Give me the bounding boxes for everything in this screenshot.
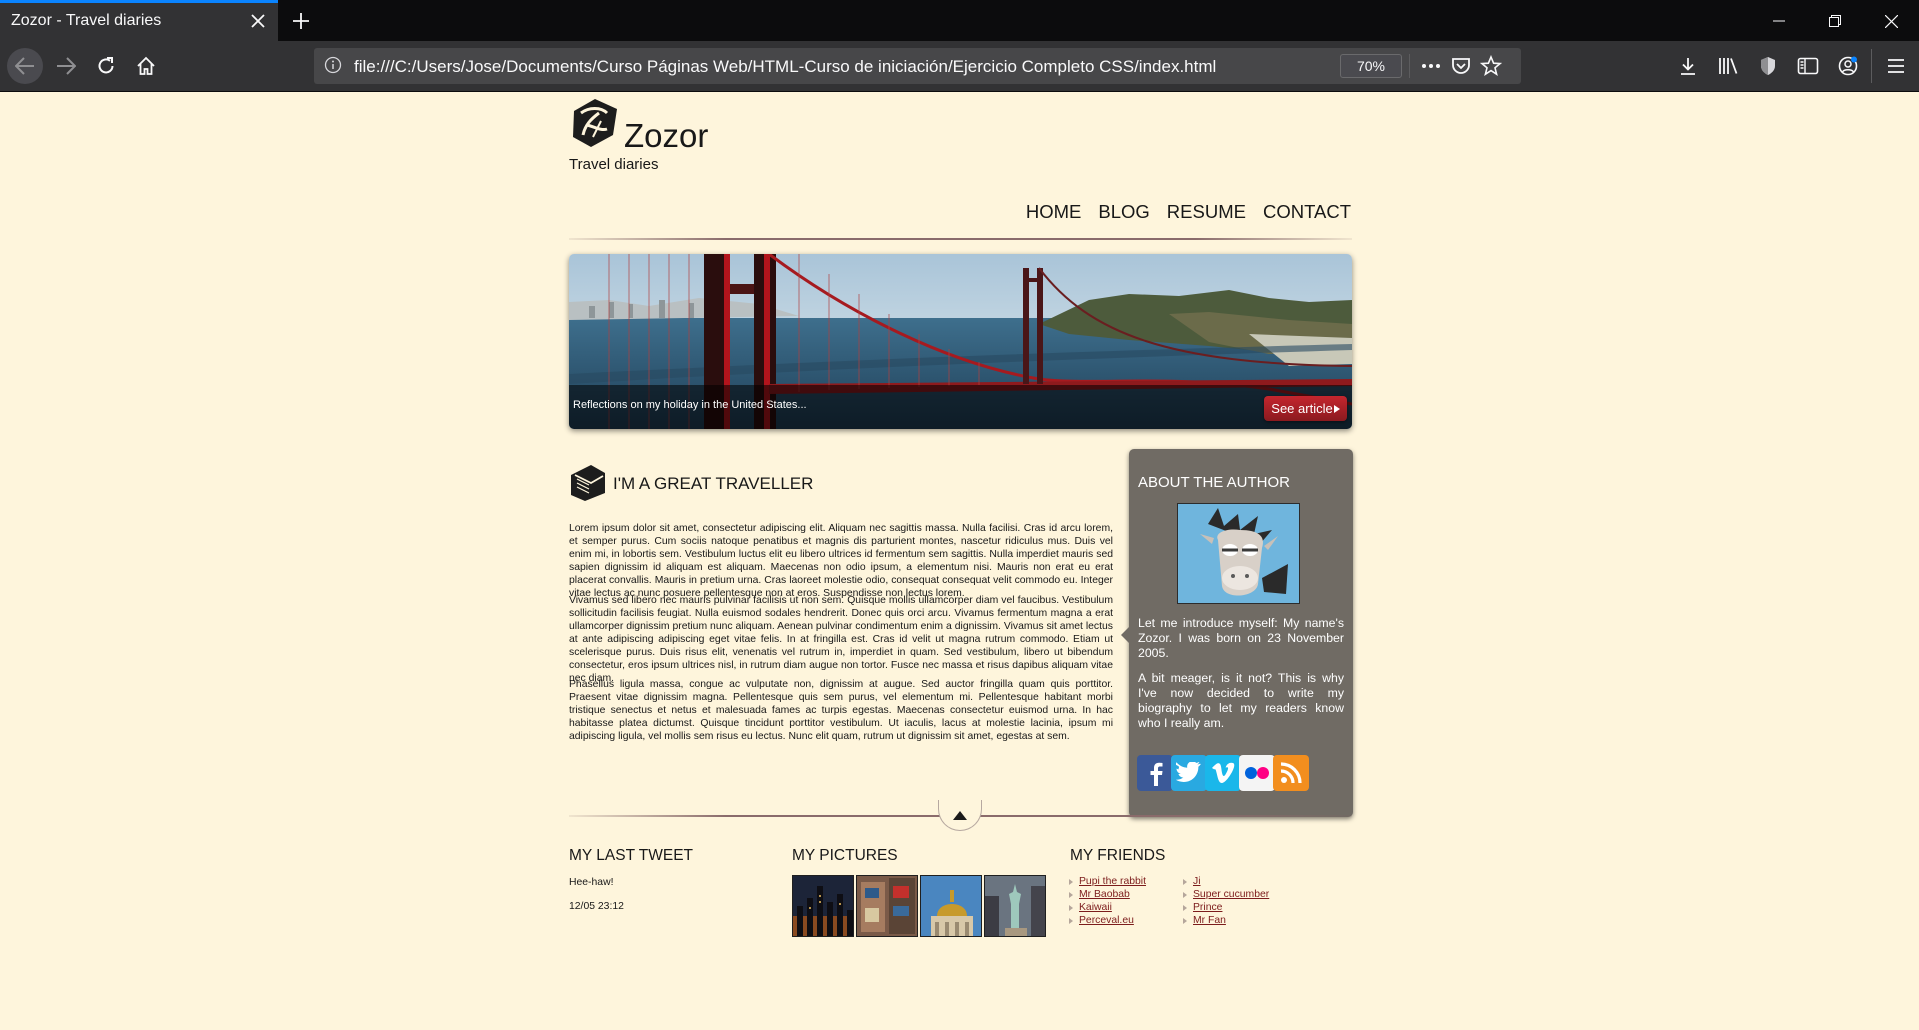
pictures-title: MY PICTURES (792, 847, 898, 864)
rss-icon[interactable] (1273, 755, 1309, 791)
picture-thumbnail-street[interactable] (856, 875, 918, 937)
tab-title: Zozor - Travel diaries (11, 12, 162, 29)
friend-link[interactable]: Prince (1182, 902, 1222, 913)
shield-icon[interactable] (1750, 48, 1786, 84)
nav-resume[interactable]: RESUME (1167, 201, 1246, 223)
pocket-icon[interactable] (1450, 55, 1472, 82)
tweet-text: Hee-haw! (569, 877, 614, 888)
page-container: Zozor Travel diaries HOME BLOG RESUME CO… (569, 93, 1353, 993)
menu-icon[interactable] (1878, 48, 1914, 84)
back-to-top-button[interactable] (938, 800, 982, 831)
url-separator (1409, 54, 1410, 78)
picture-thumbnail-statue-of-liberty[interactable] (984, 875, 1046, 937)
toolbar-separator (1871, 49, 1872, 83)
banner: Reflections on my holiday in the United … (569, 254, 1352, 429)
nav-blog[interactable]: BLOG (1098, 201, 1149, 223)
new-tab-icon[interactable] (286, 7, 316, 35)
header-divider (569, 238, 1352, 240)
back-icon[interactable] (7, 48, 43, 84)
site-tagline: Travel diaries (569, 156, 659, 173)
site-name: Zozor (624, 117, 709, 154)
zozor-logo-icon[interactable] (569, 97, 621, 149)
friend-link[interactable]: Mr Fan (1183, 915, 1226, 926)
zoom-level[interactable]: 70% (1340, 54, 1402, 78)
nav-contact[interactable]: CONTACT (1263, 201, 1351, 223)
article-title: I'M A GREAT TRAVELLER (613, 474, 814, 493)
home-icon[interactable] (128, 48, 164, 84)
article-paragraph: Phasellus ligula massa, congue ac vulput… (569, 679, 1113, 742)
forward-icon[interactable] (48, 48, 84, 84)
sidebar-icon[interactable] (1790, 48, 1826, 84)
navigation-toolbar: file:///C:/Users/Jose/Documents/Curso Pá… (0, 41, 1919, 92)
twitter-icon[interactable] (1171, 755, 1207, 791)
close-tab-icon[interactable] (246, 9, 270, 33)
browser-tab[interactable]: Zozor - Travel diaries (0, 0, 278, 41)
friend-link[interactable]: Mr Baobab (1069, 889, 1130, 900)
banner-caption: Reflections on my holiday in the United … (573, 399, 807, 411)
aside-paragraph: A bit meager, is it not? This is why I'v… (1138, 671, 1344, 730)
last-tweet-title: MY LAST TWEET (569, 847, 694, 864)
bookmark-star-icon[interactable] (1479, 54, 1503, 82)
article-paragraph: Lorem ipsum dolor sit amet, consectetur … (569, 523, 1113, 599)
friend-link[interactable]: Perceval.eu (1069, 915, 1134, 926)
reload-icon[interactable] (88, 48, 124, 84)
url-bar[interactable]: file:///C:/Users/Jose/Documents/Curso Pá… (314, 48, 1521, 84)
aside-title: ABOUT THE AUTHOR (1138, 474, 1290, 491)
vimeo-icon[interactable] (1205, 755, 1241, 791)
friend-link[interactable]: Pupi the rabbit (1068, 876, 1146, 887)
library-icon[interactable] (1710, 48, 1746, 84)
restore-icon[interactable] (1812, 4, 1858, 38)
book-icon (569, 463, 607, 503)
aside-pointer (1121, 627, 1129, 643)
flickr-icon[interactable] (1239, 755, 1275, 791)
play-arrow-icon (1333, 404, 1340, 413)
friends-title: MY FRIENDS (1070, 847, 1166, 864)
friend-link[interactable]: Ji (1183, 876, 1201, 887)
see-article-button[interactable]: See article (1264, 396, 1347, 421)
about-author-panel: ABOUT THE AUTHOR Let me introduce myself… (1121, 449, 1353, 817)
tweet-date: 12/05 23:12 (569, 901, 624, 912)
close-window-icon[interactable] (1868, 4, 1914, 38)
aside-paragraph: Let me introduce myself: My name's Zozor… (1138, 616, 1344, 660)
facebook-icon[interactable] (1137, 755, 1173, 791)
account-icon[interactable] (1830, 48, 1866, 84)
tab-strip: Zozor - Travel diaries (0, 0, 1919, 41)
download-icon[interactable] (1670, 48, 1706, 84)
page-actions-icon[interactable] (1420, 55, 1442, 82)
nav-home[interactable]: HOME (1026, 201, 1082, 223)
zozor-avatar (1177, 503, 1300, 604)
friend-link[interactable]: Kaiwaii (1069, 902, 1112, 913)
see-article-label: See article (1271, 401, 1333, 416)
picture-thumbnail-new-york[interactable] (792, 875, 854, 937)
article-paragraph: Vivamus sed libero nec mauris pulvinar f… (569, 595, 1113, 684)
arrow-up-icon (953, 810, 967, 820)
info-icon[interactable] (324, 56, 342, 79)
picture-thumbnail-dome[interactable] (920, 875, 982, 937)
minimize-icon[interactable] (1756, 4, 1802, 38)
main-nav: HOME BLOG RESUME CONTACT (1026, 201, 1351, 223)
friend-link[interactable]: Super cucumber (1182, 889, 1269, 900)
url-text[interactable]: file:///C:/Users/Jose/Documents/Curso Pá… (354, 57, 1216, 77)
